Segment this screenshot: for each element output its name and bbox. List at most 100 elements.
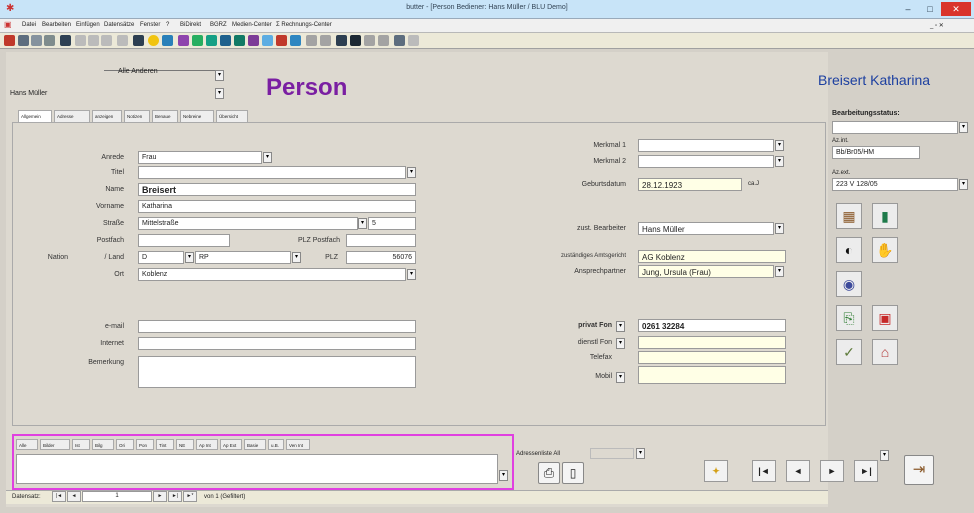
internet-field[interactable] — [138, 337, 416, 350]
record-new-button[interactable]: ►* — [183, 491, 197, 502]
watch-icon[interactable]: ◉ — [836, 271, 862, 297]
record-first-button[interactable]: |◄ — [52, 491, 66, 502]
menu-bidirekt[interactable]: BiDirekt — [180, 22, 201, 28]
folder-icon[interactable]: ▮ — [872, 203, 898, 229]
user-name-dropdown[interactable]: ▾ — [215, 88, 224, 99]
merkmal1-field[interactable] — [638, 139, 774, 152]
notes-input[interactable] — [16, 454, 498, 484]
filter-icon[interactable] — [192, 35, 203, 46]
bearbeiter-field[interactable]: Hans Müller — [638, 222, 774, 235]
handshake-icon[interactable]: ✋ — [872, 237, 898, 263]
first-record-button[interactable]: |◄ — [752, 460, 776, 482]
tab-nebreine[interactable]: Nebreine — [180, 110, 214, 122]
dienst-fon-field[interactable] — [638, 336, 786, 349]
postfach-field[interactable] — [138, 234, 230, 247]
copy-icon[interactable] — [88, 35, 99, 46]
bottom-tab-ub[interactable]: u.B. — [268, 439, 284, 450]
preview-button[interactable]: ▯ — [562, 462, 584, 484]
print-button[interactable]: ⎙ — [538, 462, 560, 484]
search-icon[interactable] — [336, 35, 347, 46]
anrede-field[interactable]: Frau — [138, 151, 262, 164]
bottom-tab-tint[interactable]: Tint — [156, 439, 174, 450]
mobil-field[interactable] — [638, 366, 786, 384]
bottom-tab-ap-int[interactable]: Ap Int — [196, 439, 218, 450]
new-record-button[interactable]: ✦ — [704, 460, 728, 482]
plz-postfach-field[interactable] — [346, 234, 416, 247]
tab-benaue[interactable]: Benaue — [152, 110, 178, 122]
bottom-tab-pon[interactable]: Pon — [136, 439, 154, 450]
geburtsdatum-field[interactable]: 28.12.1923 — [638, 178, 742, 191]
dienst-fon-dropdown[interactable]: ▾ — [616, 338, 625, 349]
email-field[interactable] — [138, 320, 416, 333]
name-field[interactable]: Breisert — [138, 183, 416, 196]
calendar-icon[interactable]: ▦ — [836, 203, 862, 229]
mobil-dropdown[interactable]: ▾ — [616, 372, 625, 383]
bottom-tab-ap-ext[interactable]: Ap Ext — [220, 439, 242, 450]
menu-einfuegen[interactable]: Einfügen — [76, 22, 100, 28]
print-icon[interactable] — [18, 35, 29, 46]
menu-rechnungs-center[interactable]: Σ Rechnungs-Center — [276, 22, 332, 28]
record-next-button[interactable]: ► — [153, 491, 167, 502]
menu-help[interactable]: ? — [166, 22, 169, 28]
land-dropdown[interactable]: ▾ — [292, 252, 301, 263]
tab-uebersicht[interactable]: Übersicht — [216, 110, 248, 122]
documents-icon[interactable]: ⎘ — [836, 305, 862, 331]
next-record-button[interactable]: ► — [820, 460, 844, 482]
edit-icon[interactable] — [262, 35, 273, 46]
privat-fon-field[interactable]: 0261 32284 — [638, 319, 786, 332]
bottom-tab-bilder[interactable]: Bilder — [40, 439, 70, 450]
bearbeiter-dropdown[interactable]: ▾ — [775, 223, 784, 234]
land-field[interactable]: RP — [195, 251, 291, 264]
hyperlink-icon[interactable] — [133, 35, 144, 46]
titel-dropdown[interactable]: ▾ — [407, 167, 416, 178]
table-icon[interactable] — [234, 35, 245, 46]
design-icon[interactable] — [4, 35, 15, 46]
archive-icon[interactable]: ⌂ — [872, 339, 898, 365]
bottom-tab-ne[interactable]: NE — [176, 439, 194, 450]
ansprech-field[interactable]: Jung, Ursula (Frau) — [638, 265, 774, 278]
azext-field[interactable]: 223 V 128/05 — [832, 178, 958, 191]
privat-fon-dropdown[interactable]: ▾ — [616, 321, 625, 332]
ansprech-dropdown[interactable]: ▾ — [775, 266, 784, 277]
pdf-icon[interactable]: ▣ — [872, 305, 898, 331]
strasse-dropdown[interactable]: ▾ — [358, 218, 367, 229]
tab-anzeigen[interactable]: anzeigen — [92, 110, 122, 122]
gericht-field[interactable]: AG Koblenz — [638, 250, 786, 263]
bottom-tab-ven-int[interactable]: Ven Int — [286, 439, 310, 450]
prev-record-button[interactable]: ◄ — [786, 460, 810, 482]
grid-icon[interactable] — [394, 35, 405, 46]
ort-dropdown[interactable]: ▾ — [407, 269, 416, 280]
binoculars-icon[interactable] — [350, 35, 361, 46]
bottom-tab-ori[interactable]: Ori — [116, 439, 134, 450]
close-button[interactable]: ✕ — [941, 2, 971, 16]
filter-remove-icon[interactable] — [378, 35, 389, 46]
sort-desc-icon[interactable] — [320, 35, 331, 46]
relations-icon[interactable] — [178, 35, 189, 46]
merkmal1-dropdown[interactable]: ▾ — [775, 140, 784, 151]
last-record-button[interactable]: ►| — [854, 460, 878, 482]
tab-notizen[interactable]: Notizen — [124, 110, 150, 122]
bottom-tab-basie[interactable]: Basie — [244, 439, 266, 450]
minimize-button[interactable]: – — [897, 2, 919, 16]
spellcheck-icon[interactable] — [44, 35, 55, 46]
delete-icon[interactable] — [276, 35, 287, 46]
record-prev-button[interactable]: ◄ — [67, 491, 81, 502]
adressliste-dropdown[interactable]: ▾ — [636, 448, 645, 459]
menu-medien-center[interactable]: Medien-Center — [232, 22, 272, 28]
anrede-dropdown[interactable]: ▾ — [263, 152, 272, 163]
bottom-tab-alle[interactable]: Alle — [16, 439, 38, 450]
window-icon[interactable] — [408, 35, 419, 46]
undo-icon[interactable] — [117, 35, 128, 46]
menu-datensaetze[interactable]: Datensätze — [104, 22, 134, 28]
merkmal2-field[interactable] — [638, 155, 774, 168]
mdi-window-controls[interactable]: _ ▫ ✕ — [930, 22, 944, 29]
bottom-tab-bilg[interactable]: Bilg — [92, 439, 114, 450]
notes-dropdown[interactable]: ▾ — [499, 470, 508, 481]
save-icon[interactable] — [60, 35, 71, 46]
paste-icon[interactable] — [101, 35, 112, 46]
status-dropdown[interactable]: ▾ — [959, 122, 968, 133]
cut-icon[interactable] — [75, 35, 86, 46]
preview-icon[interactable] — [31, 35, 42, 46]
record-number-input[interactable]: 1 — [82, 491, 152, 502]
azint-field[interactable]: Bb/Br05/HM — [832, 146, 920, 159]
